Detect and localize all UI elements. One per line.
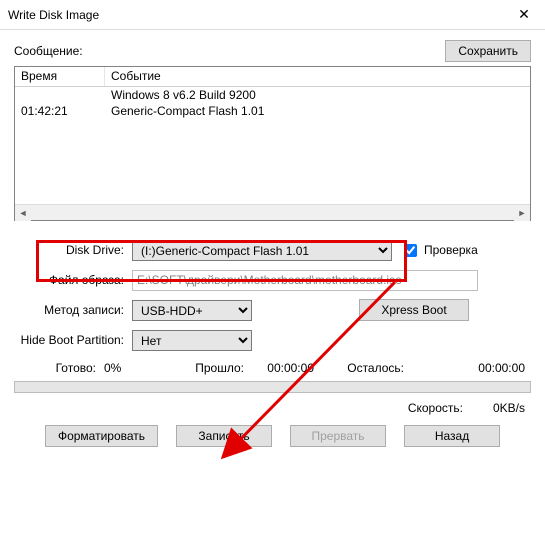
abort-button[interactable]: Прервать	[290, 425, 386, 447]
drive-label: Disk Drive:	[14, 243, 132, 257]
scroll-left-icon[interactable]: ◄	[15, 205, 31, 221]
hide-partition-select[interactable]: Нет	[132, 330, 252, 351]
log-listview[interactable]: Время Событие Windows 8 v6.2 Build 9200 …	[14, 66, 531, 221]
message-label: Сообщение:	[14, 44, 83, 58]
log-body: Windows 8 v6.2 Build 9200 01:42:21 Gener…	[15, 87, 530, 204]
progress-labels: Готово: 0% Прошло: 00:00:00 Осталось: 00…	[14, 361, 531, 375]
speed-value: 0KB/s	[493, 401, 525, 415]
form-area: Disk Drive: (I:)Generic-Compact Flash 1.…	[14, 239, 531, 447]
remain-label: Осталось:	[314, 361, 404, 375]
save-button[interactable]: Сохранить	[445, 40, 531, 62]
scroll-right-icon[interactable]: ►	[514, 205, 530, 221]
log-row: 01:42:21 Generic-Compact Flash 1.01	[15, 103, 530, 119]
file-label: Файл образа:	[14, 273, 132, 287]
write-button[interactable]: Записать	[176, 425, 272, 447]
log-cell-event: Windows 8 v6.2 Build 9200	[105, 87, 530, 103]
horizontal-scrollbar[interactable]: ◄ ►	[15, 204, 530, 220]
verify-label: Проверка	[424, 243, 478, 257]
image-file-input[interactable]	[132, 270, 478, 291]
log-row: Windows 8 v6.2 Build 9200	[15, 87, 530, 103]
log-cell-time	[15, 87, 105, 103]
progress-bar	[14, 381, 531, 393]
log-cell-time: 01:42:21	[15, 103, 105, 119]
elapsed-label: Прошло:	[154, 361, 244, 375]
log-header-time[interactable]: Время	[15, 67, 105, 86]
hide-row: Hide Boot Partition: Нет	[14, 329, 531, 351]
content-area: Сообщение: Сохранить Время Событие Windo…	[0, 30, 545, 504]
verify-checkbox[interactable]	[404, 244, 417, 257]
action-buttons: Форматировать Записать Прервать Назад	[14, 425, 531, 447]
back-button[interactable]: Назад	[404, 425, 500, 447]
message-row: Сообщение: Сохранить	[14, 40, 531, 62]
ready-label: Готово:	[14, 361, 104, 375]
disk-drive-select[interactable]: (I:)Generic-Compact Flash 1.01	[132, 240, 392, 261]
close-icon: ✕	[518, 6, 530, 23]
remain-value: 00:00:00	[404, 361, 531, 375]
write-method-select[interactable]: USB-HDD+	[132, 300, 252, 321]
hide-label: Hide Boot Partition:	[14, 333, 132, 347]
close-button[interactable]: ✕	[503, 1, 545, 29]
drive-row: Disk Drive: (I:)Generic-Compact Flash 1.…	[14, 239, 531, 261]
method-row: Метод записи: USB-HDD+ Xpress Boot	[14, 299, 531, 321]
speed-row: Скорость: 0KB/s	[14, 401, 531, 415]
ready-value: 0%	[104, 361, 154, 375]
format-button[interactable]: Форматировать	[45, 425, 158, 447]
xpress-boot-button[interactable]: Xpress Boot	[359, 299, 469, 321]
verify-checkbox-row[interactable]: Проверка	[400, 241, 478, 260]
log-header-event[interactable]: Событие	[105, 67, 530, 86]
log-header: Время Событие	[15, 67, 530, 87]
title-bar: Write Disk Image ✕	[0, 0, 545, 30]
file-row: Файл образа:	[14, 269, 531, 291]
log-cell-event: Generic-Compact Flash 1.01	[105, 103, 530, 119]
method-label: Метод записи:	[14, 303, 132, 317]
window-title: Write Disk Image	[8, 8, 99, 22]
speed-label: Скорость:	[408, 401, 463, 415]
elapsed-value: 00:00:00	[244, 361, 314, 375]
